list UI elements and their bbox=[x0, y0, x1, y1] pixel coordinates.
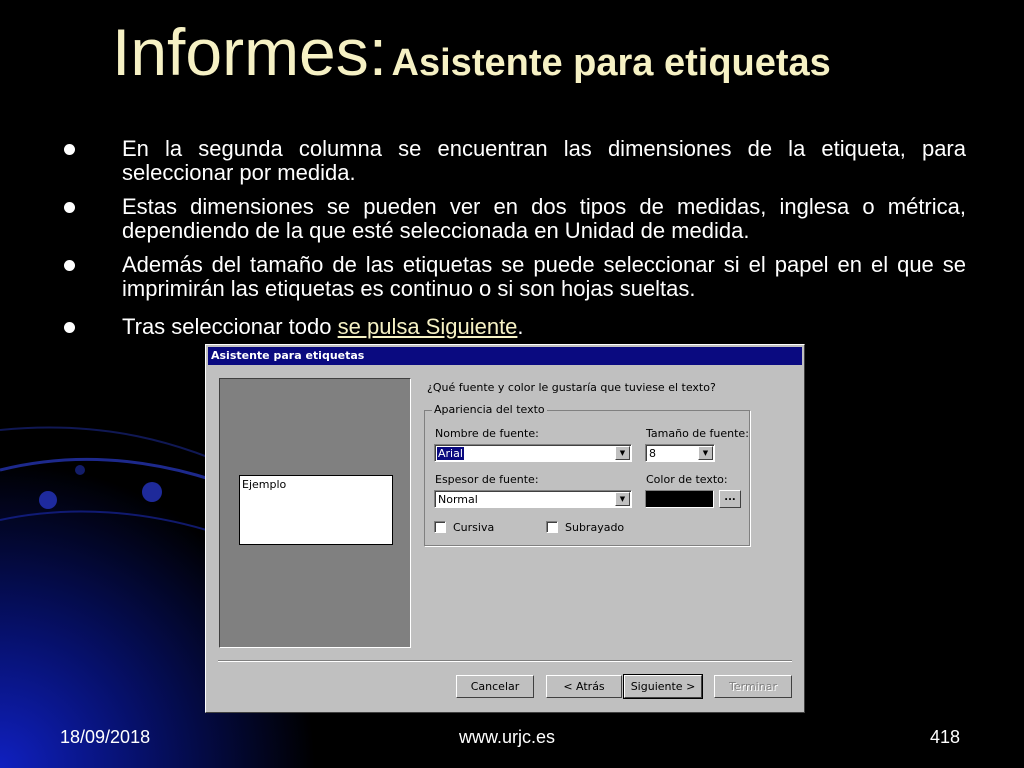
italic-label: Cursiva bbox=[453, 521, 495, 534]
finish-button[interactable]: Terminar bbox=[714, 675, 792, 698]
font-name-label: Nombre de fuente: bbox=[435, 427, 539, 440]
bullet-text: Además del tamaño de las etiquetas se pu… bbox=[122, 252, 966, 301]
font-weight-select[interactable]: Normal ▼ bbox=[434, 490, 632, 508]
text-color-label: Color de texto: bbox=[646, 473, 728, 486]
slide-title-sub: Asistente para etiquetas bbox=[391, 42, 831, 84]
bullet-dot-icon bbox=[64, 202, 75, 213]
chevron-down-icon[interactable]: ▼ bbox=[698, 446, 713, 460]
font-weight-label: Espesor de fuente: bbox=[435, 473, 539, 486]
bullet-text: Estas dimensiones se pueden ver en dos t… bbox=[122, 194, 966, 243]
bullet-highlight: se pulsa Siguiente bbox=[338, 314, 518, 339]
chevron-down-icon[interactable]: ▼ bbox=[615, 446, 630, 460]
bullet-text: En la segunda columna se encuentran las … bbox=[122, 136, 966, 185]
label-wizard-dialog: Asistente para etiquetas Ejemplo ¿Qué fu… bbox=[205, 344, 805, 713]
font-size-label: Tamaño de fuente: bbox=[646, 427, 749, 440]
font-name-select[interactable]: Arial ▼ bbox=[434, 444, 632, 462]
color-picker-button[interactable]: ... bbox=[719, 490, 741, 508]
footer-date: 18/09/2018 bbox=[60, 727, 151, 747]
chevron-down-icon[interactable]: ▼ bbox=[615, 492, 630, 506]
next-button[interactable]: Siguiente > bbox=[623, 674, 703, 699]
bullet-item: Estas dimensiones se pueden ver en dos t… bbox=[58, 195, 966, 243]
bullet-dot-icon bbox=[64, 144, 75, 155]
bullet-dot-icon bbox=[64, 260, 75, 271]
font-size-value: 8 bbox=[649, 447, 656, 460]
bullet-highlight-text: se pulsa Siguiente bbox=[337, 314, 518, 339]
font-name-value: Arial bbox=[437, 447, 464, 460]
underline-checkbox[interactable] bbox=[546, 521, 558, 533]
group-label: Apariencia del texto bbox=[432, 403, 547, 416]
slide-title-main: Informes: bbox=[112, 15, 388, 89]
slide-title: Informes: Asistente para etiquetas bbox=[112, 14, 831, 90]
bullet-item: Tras seleccionar todo se pulsa Siguiente… bbox=[58, 315, 966, 339]
bullet-dot-icon bbox=[64, 322, 75, 333]
footer-url[interactable]: www.urjc.es bbox=[459, 727, 555, 748]
back-button[interactable]: < Atrás bbox=[546, 675, 622, 698]
bullet-text-prefix: Tras seleccionar todo bbox=[122, 314, 338, 339]
font-weight-value: Normal bbox=[438, 493, 478, 506]
italic-checkbox[interactable] bbox=[434, 521, 446, 533]
bullet-list: En la segunda columna se encuentran las … bbox=[58, 137, 966, 349]
cancel-button[interactable]: Cancelar bbox=[456, 675, 534, 698]
bullet-item: En la segunda columna se encuentran las … bbox=[58, 137, 966, 185]
dialog-separator bbox=[218, 660, 792, 662]
bullet-item: Además del tamaño de las etiquetas se pu… bbox=[58, 253, 966, 301]
preview-panel: Ejemplo bbox=[219, 378, 411, 648]
footer-page-number: 418 bbox=[930, 727, 961, 747]
text-color-swatch[interactable] bbox=[645, 490, 714, 508]
font-size-select[interactable]: 8 ▼ bbox=[645, 444, 715, 462]
dialog-question: ¿Qué fuente y color le gustaría que tuvi… bbox=[427, 381, 716, 394]
bullet-text-suffix: . bbox=[517, 314, 524, 339]
underline-label: Subrayado bbox=[565, 521, 625, 534]
dialog-title-bar[interactable]: Asistente para etiquetas bbox=[208, 347, 802, 365]
preview-label-sample: Ejemplo bbox=[239, 475, 393, 545]
